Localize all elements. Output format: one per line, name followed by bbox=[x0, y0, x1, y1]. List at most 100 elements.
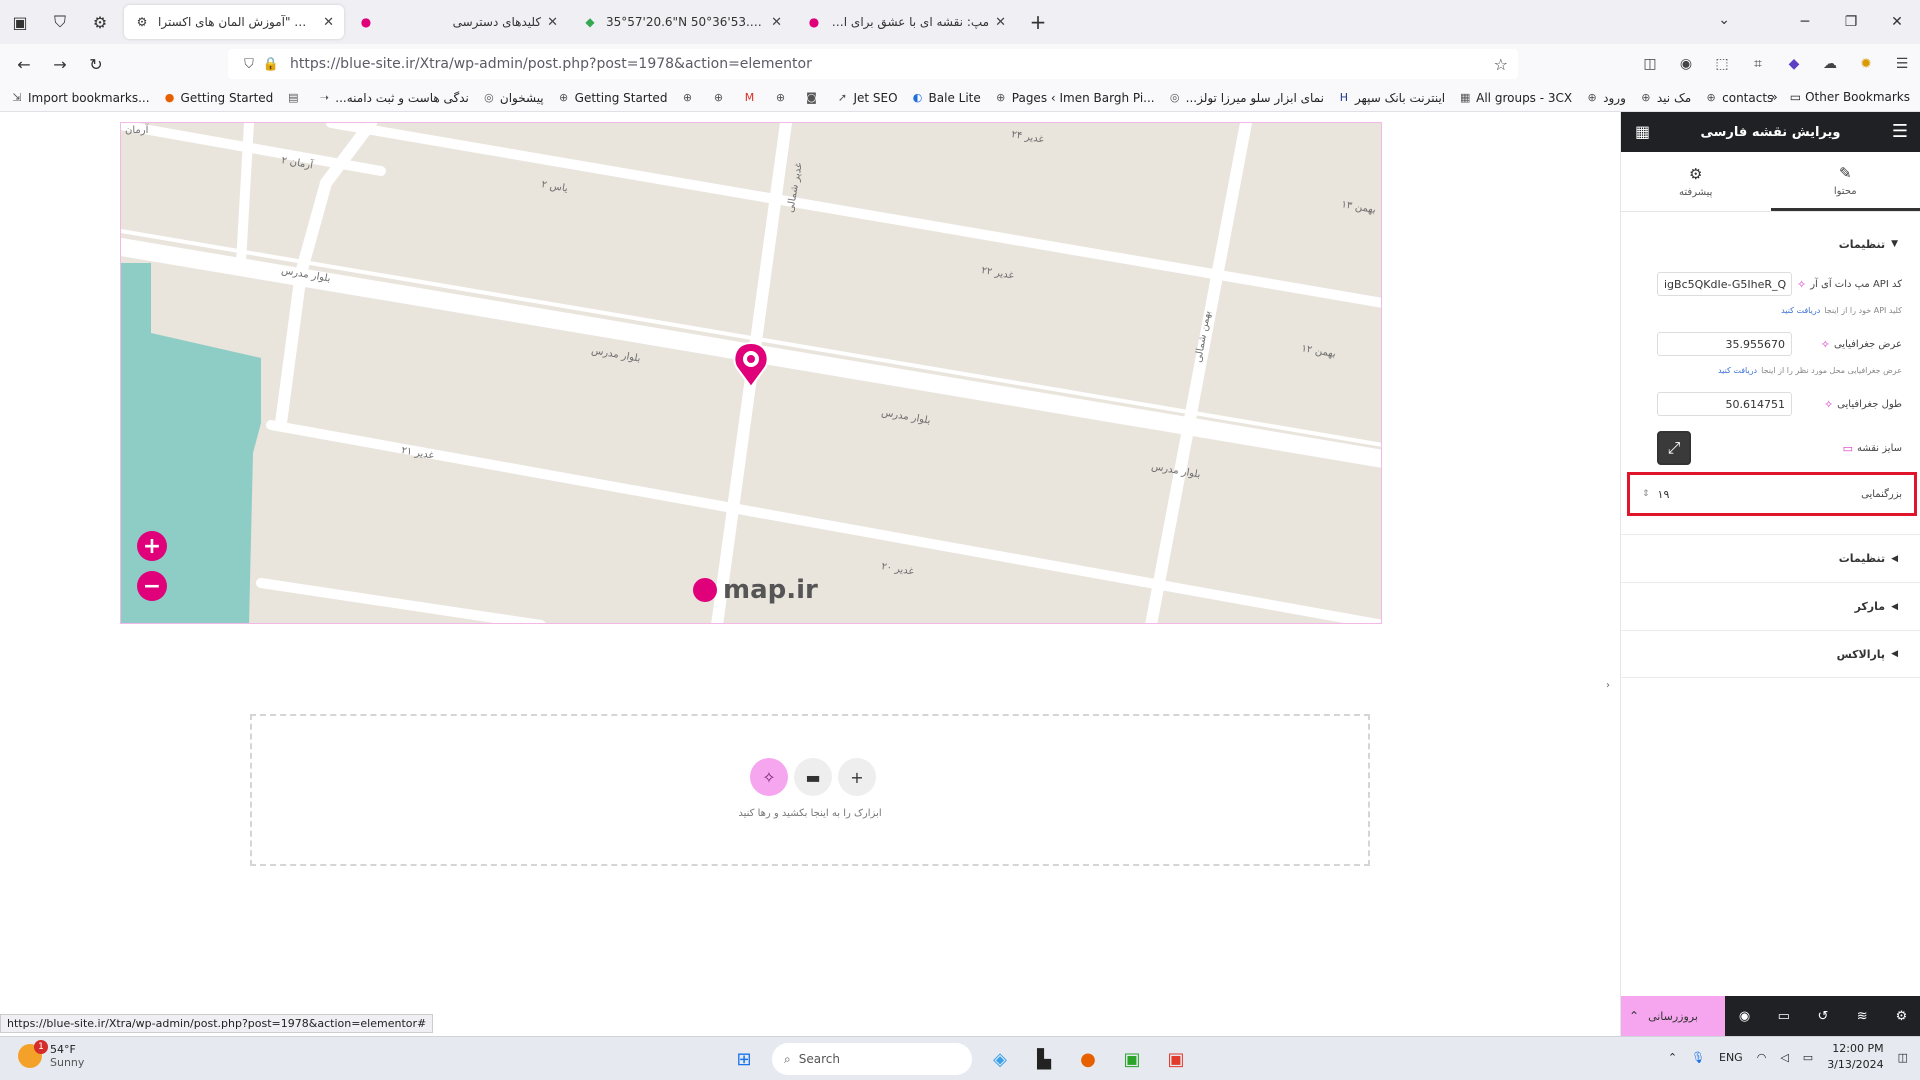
notifications-icon[interactable]: ◫ bbox=[1898, 1051, 1908, 1064]
settings-addon-icon[interactable]: ✹ bbox=[1848, 48, 1884, 80]
longitude-input[interactable]: 50.614751 bbox=[1657, 392, 1792, 416]
bookmark-item[interactable]: ● Getting Started bbox=[163, 91, 274, 105]
url-bar[interactable]: ⛉ 🔒 https://blue-site.ir/Xtra/wp-admin/p… bbox=[228, 49, 1518, 79]
bookmark-item[interactable]: ▤ bbox=[286, 91, 304, 105]
panel-collapse-chevron-icon[interactable]: › bbox=[1606, 680, 1610, 691]
ai-sparkle-icon[interactable]: ✧ bbox=[1797, 278, 1806, 291]
bookmark-item[interactable]: ➝ ...ندگی هاست و ثبت دامنه bbox=[317, 91, 469, 105]
bookmark-item[interactable]: ⊕ Getting Started bbox=[557, 91, 667, 105]
close-tab-icon[interactable]: ✕ bbox=[323, 15, 334, 30]
minimize-icon[interactable]: ─ bbox=[1782, 0, 1828, 44]
bookmark-item[interactable]: ⊕ bbox=[680, 91, 698, 105]
bookmark-item[interactable]: ◐ Bale Lite bbox=[911, 91, 981, 105]
camtasia-recorder-icon[interactable]: ▣ bbox=[1112, 1041, 1152, 1077]
bookmark-item[interactable]: M bbox=[742, 91, 760, 105]
tab-map-ir[interactable]: ● مپ: نقشه ای با عشق برای ایران ✕ bbox=[796, 5, 1016, 39]
bookmark-item[interactable]: H اینترنت بانک سپهر bbox=[1337, 91, 1445, 105]
account-icon[interactable]: ◉ bbox=[1668, 48, 1704, 80]
bookmark-item[interactable]: ▦ All groups - 3CX bbox=[1458, 91, 1572, 105]
menu-icon[interactable]: ☰ bbox=[1884, 48, 1920, 80]
ai-sparkle-icon[interactable]: ✧ bbox=[1821, 338, 1830, 351]
zoom-number-input[interactable]: ⇕ ۱۹ bbox=[1642, 488, 1669, 501]
api-key-input[interactable]: igBc5QKdIe-G5IheR_Q bbox=[1657, 272, 1792, 296]
addon-icon[interactable]: ◆ bbox=[1776, 48, 1812, 80]
lock-icon[interactable]: 🔒 bbox=[260, 57, 282, 72]
other-bookmarks-label[interactable]: Other Bookmarks bbox=[1805, 90, 1910, 104]
firefox-icon[interactable]: ● bbox=[1068, 1041, 1108, 1077]
reload-icon[interactable]: ↻ bbox=[78, 48, 114, 80]
map-zoom-in-button[interactable]: + bbox=[137, 531, 167, 561]
section-settings-header[interactable]: ▼ تنظیمات bbox=[1621, 224, 1920, 264]
close-tab-icon[interactable]: ✕ bbox=[995, 15, 1006, 30]
copilot-icon[interactable]: ◈ bbox=[980, 1041, 1020, 1077]
template-folder-button[interactable]: ▬ bbox=[794, 758, 832, 796]
zoom-value[interactable]: ۱۹ bbox=[1658, 488, 1670, 501]
history-icon[interactable]: ↺ bbox=[1803, 996, 1842, 1036]
bookmark-item[interactable]: ◙ bbox=[804, 91, 822, 105]
settings-gear-icon[interactable]: ⚙ bbox=[1882, 996, 1920, 1036]
new-tab-button[interactable]: + bbox=[1022, 6, 1054, 38]
navigator-layers-icon[interactable]: ≋ bbox=[1843, 996, 1882, 1036]
ai-sparkle-icon[interactable]: ✧ bbox=[1824, 398, 1833, 411]
tracking-shield-icon[interactable]: ⛉ bbox=[238, 57, 260, 72]
speaker-icon[interactable]: ◁ bbox=[1780, 1051, 1788, 1064]
add-section-button[interactable]: + bbox=[838, 758, 876, 796]
tab-advanced[interactable]: ⚙ پیشرفته bbox=[1621, 152, 1771, 211]
update-button[interactable]: ⌃ بروزرسانی bbox=[1621, 996, 1725, 1036]
tab-overview-icon[interactable]: ▣ bbox=[0, 0, 40, 44]
bookmark-item[interactable]: ⊕ Pages ‹ Imen Bargh Pi... bbox=[994, 91, 1154, 105]
bookmark-item[interactable]: ⊕ bbox=[773, 91, 791, 105]
bookmark-item[interactable]: ⊕ مک نید bbox=[1639, 91, 1691, 105]
bookmark-item[interactable]: ◎ پیشخوان bbox=[482, 91, 544, 105]
ai-sparkle-button[interactable]: ✧ bbox=[750, 758, 788, 796]
back-icon[interactable]: ← bbox=[6, 48, 42, 80]
tab-google-maps[interactable]: ◆ 35°57'20.6"N 50°36'53.2"E - Goo ✕ bbox=[572, 5, 792, 39]
map-tiles[interactable]: آرمان آرمان ۲ یاس ۲ بلوار مدرس بلوار مدر… bbox=[121, 123, 1382, 624]
language-indicator[interactable]: ENG bbox=[1719, 1051, 1743, 1064]
spinner-icon[interactable]: ⇕ bbox=[1642, 489, 1650, 499]
weather-widget[interactable]: 1 54°F Sunny bbox=[18, 1040, 84, 1069]
close-tab-icon[interactable]: ✕ bbox=[547, 15, 558, 30]
url-text[interactable]: https://blue-site.ir/Xtra/wp-admin/post.… bbox=[290, 56, 812, 72]
tab-shortcuts[interactable]: ● کلیدهای دسترسی ✕ bbox=[348, 5, 568, 39]
camtasia-editor-icon[interactable]: ▣ bbox=[1156, 1041, 1196, 1077]
file-explorer-icon[interactable]: ▙ bbox=[1024, 1041, 1064, 1077]
map-size-edit-button[interactable]: ⤢ bbox=[1657, 431, 1691, 465]
preview-eye-icon[interactable]: ◉ bbox=[1725, 996, 1764, 1036]
extension-icon[interactable]: ⚙ bbox=[80, 0, 120, 44]
microphone-icon[interactable]: 🎙 bbox=[1691, 1051, 1705, 1064]
section-parallax-collapsed[interactable]: ◀ پارالاکس bbox=[1621, 630, 1920, 678]
map-widget[interactable]: آرمان آرمان ۲ یاس ۲ بلوار مدرس بلوار مدر… bbox=[120, 122, 1382, 624]
widgets-grid-icon[interactable]: ▦ bbox=[1635, 122, 1650, 141]
crop-icon[interactable]: ⌗ bbox=[1740, 48, 1776, 80]
pocket-icon[interactable]: ◫ bbox=[1632, 48, 1668, 80]
section-marker-collapsed[interactable]: ◀ مارکر bbox=[1621, 582, 1920, 630]
tray-chevron-up-icon[interactable]: ⌃ bbox=[1668, 1051, 1677, 1064]
latitude-link[interactable]: دریافت کنید bbox=[1718, 366, 1757, 375]
close-tab-icon[interactable]: ✕ bbox=[771, 15, 782, 30]
bookmark-item[interactable]: ➚ Jet SEO bbox=[835, 91, 898, 105]
forward-icon[interactable]: → bbox=[42, 48, 78, 80]
api-key-link[interactable]: دریافت کنید bbox=[1781, 306, 1820, 315]
latitude-input[interactable]: 35.955670 bbox=[1657, 332, 1792, 356]
tab-elementor-editor[interactable]: ⚙ ویرایش "آموزش المان های اکسترا - ... ✕ bbox=[124, 5, 344, 39]
extensions-icon[interactable]: ⬚ bbox=[1704, 48, 1740, 80]
chevron-up-icon[interactable]: ⌃ bbox=[1629, 1009, 1639, 1023]
section-settings-collapsed[interactable]: ◀ تنظیمات bbox=[1621, 534, 1920, 582]
cloud-icon[interactable]: ☁ bbox=[1812, 48, 1848, 80]
shield-icon[interactable]: ⛉ bbox=[40, 0, 80, 44]
close-window-icon[interactable]: ✕ bbox=[1874, 0, 1920, 44]
restore-icon[interactable]: ❐ bbox=[1828, 0, 1874, 44]
map-zoom-out-button[interactable]: − bbox=[137, 571, 167, 601]
wifi-icon[interactable]: ◠ bbox=[1757, 1051, 1767, 1064]
hamburger-menu-icon[interactable]: ☰ bbox=[1892, 121, 1908, 142]
battery-icon[interactable]: ▭ bbox=[1803, 1051, 1813, 1064]
other-bookmarks[interactable]: » ▭ Other Bookmarks bbox=[1758, 90, 1910, 104]
tab-list-chevron-icon[interactable]: ⌄ bbox=[1718, 12, 1730, 28]
taskbar-search[interactable]: ⌕ Search bbox=[772, 1043, 972, 1075]
bookmark-item[interactable]: ⊕ ورود bbox=[1585, 91, 1626, 105]
add-section-dropzone[interactable]: ✧ ▬ + ابزارک را به اینجا بکشید و رها کنی… bbox=[250, 714, 1370, 866]
bookmark-item[interactable]: ⇲ Import bookmarks... bbox=[10, 91, 149, 105]
bookmark-item[interactable]: ◎ ...نمای ابزار سلو میرزا تولز bbox=[1168, 91, 1324, 105]
responsive-mode-icon[interactable]: ▭ bbox=[1764, 996, 1803, 1036]
